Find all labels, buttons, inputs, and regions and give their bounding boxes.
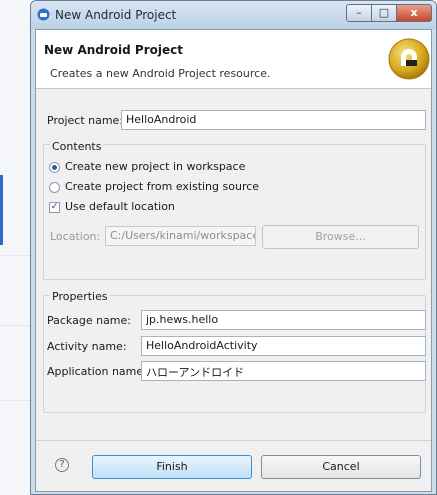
minimize-button[interactable]: – [346, 4, 372, 22]
help-icon[interactable]: ? [55, 458, 69, 472]
location-label: Location: [50, 230, 101, 243]
banner-title: New Android Project [44, 43, 183, 57]
title-bar[interactable]: New Android Project – □ x [31, 1, 436, 29]
header-banner: New Android Project Creates a new Androi… [36, 30, 431, 89]
application-name-field[interactable]: ハローアンドロイド [141, 361, 426, 381]
properties-group-label: Properties [50, 290, 110, 303]
banner-description: Creates a new Android Project resource. [50, 67, 271, 80]
browse-button[interactable]: Browse... [262, 225, 419, 249]
background-window-strip [0, 0, 30, 495]
use-default-location-checkbox[interactable]: ✓ [49, 202, 60, 213]
background-divider [0, 400, 30, 401]
dialog-window: New Android Project – □ x New Android Pr… [30, 0, 437, 495]
project-name-label: Project name: [47, 114, 124, 127]
android-logo-icon [388, 38, 430, 80]
contents-group-label: Contents [50, 140, 104, 153]
project-name-field[interactable]: HelloAndroid [121, 110, 426, 130]
activity-name-label: Activity name: [47, 340, 127, 353]
android-window-icon [37, 8, 50, 21]
dialog-body: New Android Project Creates a new Androi… [35, 29, 432, 492]
finish-button[interactable]: Finish [92, 455, 252, 479]
location-field[interactable]: C:/Users/kinami/workspace [105, 226, 256, 246]
package-name-label: Package name: [47, 314, 131, 327]
use-default-location-label[interactable]: Use default location [65, 200, 175, 213]
maximize-button[interactable]: □ [371, 4, 397, 22]
create-from-existing-radio[interactable] [49, 182, 60, 193]
cancel-button[interactable]: Cancel [261, 455, 421, 479]
window-title: New Android Project [55, 8, 177, 22]
background-selection-bar [0, 175, 3, 245]
activity-name-field[interactable]: HelloAndroidActivity [141, 336, 426, 356]
application-name-label: Application name: [47, 365, 147, 378]
create-from-existing-label[interactable]: Create project from existing source [65, 180, 259, 193]
package-name-field[interactable]: jp.hews.hello [141, 310, 426, 330]
background-divider [0, 325, 30, 326]
background-divider [0, 255, 30, 256]
create-new-project-radio[interactable] [49, 162, 60, 173]
footer-divider [36, 440, 431, 441]
close-button[interactable]: x [396, 4, 432, 22]
create-new-project-label[interactable]: Create new project in workspace [65, 160, 245, 173]
